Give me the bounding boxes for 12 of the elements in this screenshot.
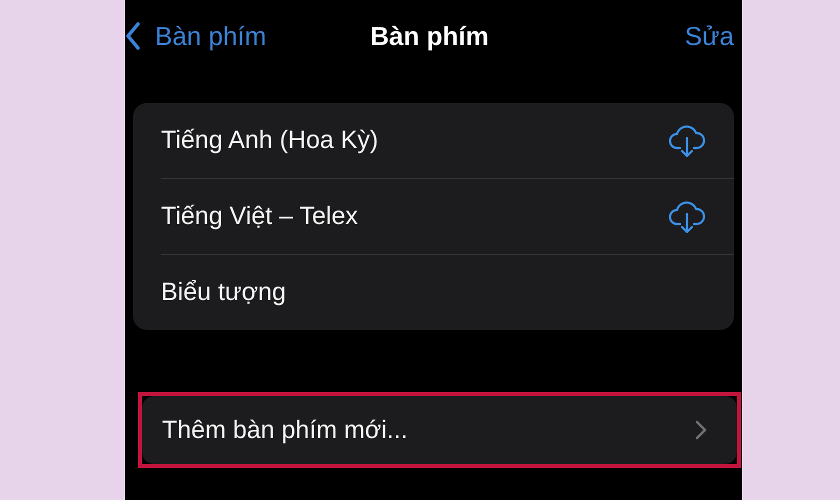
cloud-download-icon[interactable] (668, 200, 706, 234)
keyboard-name[interactable]: Biểu tượng (161, 278, 286, 307)
edit-button[interactable]: Sửa (684, 20, 734, 52)
back-button[interactable]: Bàn phím (125, 20, 266, 52)
add-keyboard-button[interactable]: Thêm bàn phím mới... (142, 396, 737, 464)
back-chevron-icon (125, 22, 141, 50)
keyboard-name[interactable]: Tiếng Anh (Hoa Kỳ) (161, 126, 378, 155)
page-title: Bàn phím (370, 20, 489, 52)
back-label: Bàn phím (155, 20, 266, 52)
cloud-download-icon[interactable] (668, 124, 706, 158)
keyboard-name[interactable]: Tiếng Việt – Telex (161, 202, 358, 231)
chevron-right-icon (695, 420, 707, 440)
